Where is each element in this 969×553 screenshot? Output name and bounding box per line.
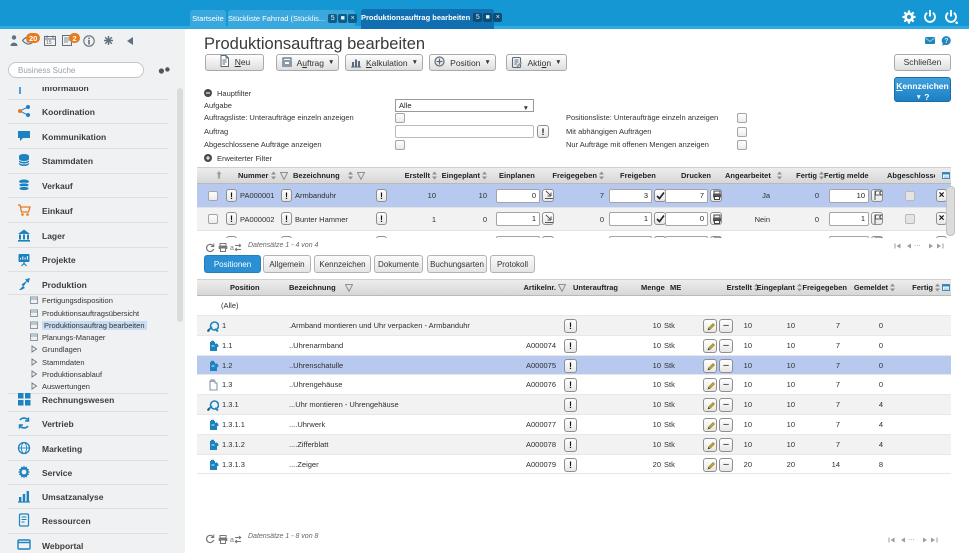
svg-text:a: a <box>230 245 234 252</box>
svg-text:?: ? <box>944 38 948 45</box>
svg-text:a: a <box>230 537 234 544</box>
svg-text:15: 15 <box>46 40 52 46</box>
